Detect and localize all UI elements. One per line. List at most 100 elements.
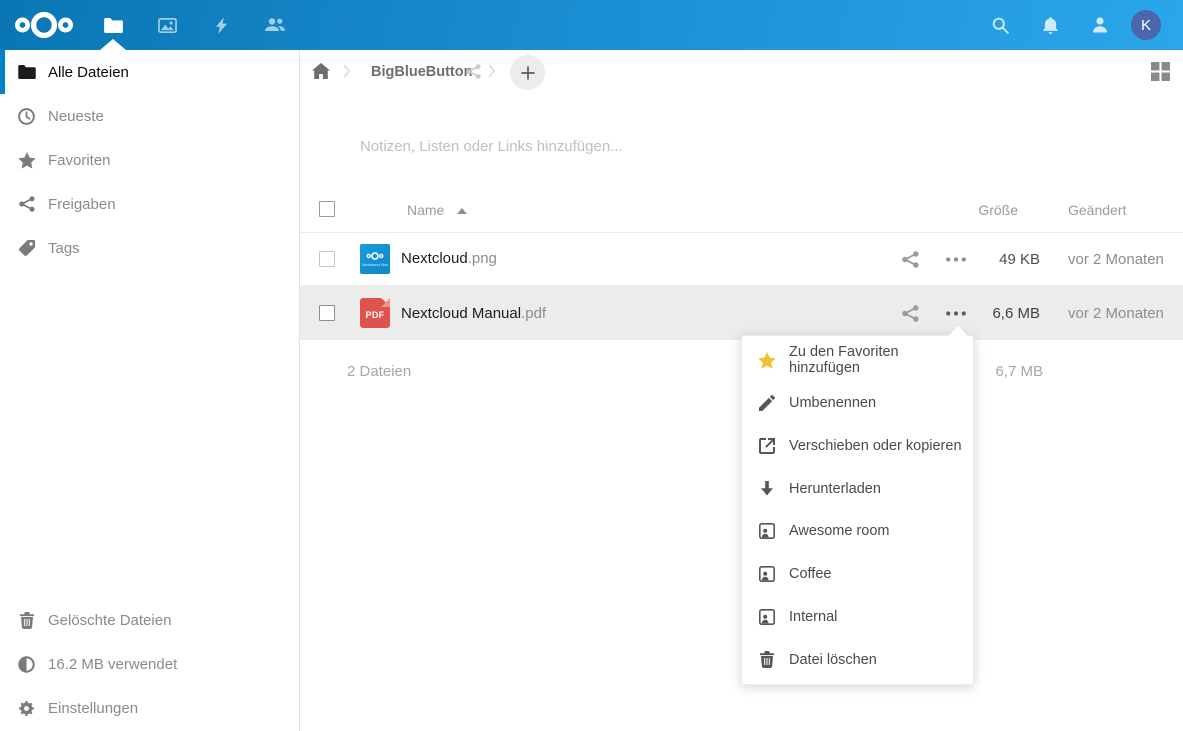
trash-icon (17, 611, 36, 630)
clock-icon (17, 107, 36, 126)
sidebar-item-all-files[interactable]: Alle Dateien (0, 50, 299, 94)
menu-item-label: Zu den Favoriten hinzufügen (789, 344, 973, 376)
contacts-people-icon (265, 18, 285, 32)
trash-icon (758, 651, 776, 669)
select-all-checkbox[interactable] (319, 201, 335, 217)
room-icon (758, 522, 776, 540)
file-name[interactable]: Nextcloud.png (401, 250, 497, 267)
sidebar-item-label: Favoriten (48, 152, 111, 169)
share-file-button[interactable] (902, 305, 919, 322)
active-item-bar (0, 50, 5, 94)
avatar-letter: K (1141, 17, 1151, 34)
download-icon (758, 480, 776, 498)
grid-view-toggle-button[interactable] (1151, 62, 1170, 81)
star-icon (758, 351, 776, 369)
share-file-button[interactable] (902, 251, 919, 268)
menu-item-label: Awesome room (789, 523, 889, 539)
sidebar-item-favorites[interactable]: Favoriten (0, 138, 299, 182)
plus-icon (520, 65, 536, 81)
column-header-name[interactable]: Name (407, 202, 444, 218)
photos-icon (158, 18, 177, 33)
user-avatar[interactable]: K (1131, 10, 1161, 40)
sidebar-item-settings[interactable]: Einstellungen (0, 686, 299, 730)
sidebar-footer: Gelöschte Dateien 16.2 MB verwendet Eins… (0, 598, 299, 730)
gear-icon (17, 699, 36, 718)
share-icon (17, 195, 36, 214)
pdf-badge-text: PDF (360, 298, 390, 328)
menu-item-awesome-room[interactable]: Awesome room (742, 510, 973, 553)
menu-item-label: Verschieben oder kopieren (789, 438, 962, 454)
menu-item-delete-file[interactable]: Datei löschen (742, 638, 973, 681)
file-name[interactable]: Nextcloud Manual.pdf (401, 305, 546, 322)
star-icon (17, 151, 36, 170)
move-or-copy-icon (758, 437, 776, 455)
app-activity-button[interactable] (194, 0, 248, 50)
new-file-button[interactable] (510, 55, 545, 90)
menu-item-internal[interactable]: Internal (742, 596, 973, 639)
room-icon (758, 565, 776, 583)
header-right-controls: K (975, 0, 1183, 50)
sidebar-item-shares[interactable]: Freigaben (0, 182, 299, 226)
sidebar-item-recent[interactable]: Neueste (0, 94, 299, 138)
activity-bolt-icon (215, 17, 228, 34)
file-list-header: Name Größe Geändert (300, 188, 1183, 233)
menu-item-move-or-copy[interactable]: Verschieben oder kopieren (742, 425, 973, 468)
menu-item-download[interactable]: Herunterladen (742, 467, 973, 510)
row-checkbox[interactable] (319, 251, 335, 267)
sidebar-item-quota: 16.2 MB verwendet (0, 642, 299, 686)
app-photos-button[interactable] (140, 0, 194, 50)
column-header-size[interactable]: Größe (930, 202, 1018, 218)
files-folder-icon (104, 18, 123, 33)
sidebar-item-deleted-files[interactable]: Gelöschte Dateien (0, 598, 299, 642)
contacts-menu-button[interactable] (1075, 0, 1125, 50)
menu-item-label: Internal (789, 609, 837, 625)
context-menu-arrow (948, 326, 968, 336)
sidebar-item-label: Einstellungen (48, 700, 138, 717)
sidebar-item-label: Alle Dateien (48, 64, 129, 81)
breadcrumb-chevron-icon (488, 64, 496, 78)
menu-item-label: Datei löschen (789, 652, 877, 668)
sidebar-item-label: Tags (48, 240, 80, 257)
file-extension: .pdf (521, 305, 546, 322)
breadcrumb-chevron-icon (343, 64, 351, 78)
folder-notes-input[interactable]: Notizen, Listen oder Links hinzufügen... (360, 138, 623, 155)
file-extension: .png (468, 250, 497, 267)
app-contacts-button[interactable] (248, 0, 302, 50)
tag-icon (17, 239, 36, 258)
home-icon (312, 63, 330, 79)
quota-label: 16.2 MB verwendet (48, 656, 177, 673)
app-navigation (86, 0, 302, 50)
file-modified: vor 2 Monaten (1068, 305, 1164, 322)
file-size: 49 KB (950, 251, 1040, 268)
active-app-indicator (100, 39, 126, 50)
breadcrumb-share-icon[interactable] (466, 64, 481, 79)
app-files-button[interactable] (86, 0, 140, 50)
header-bar: K (0, 0, 1183, 50)
breadcrumb-current-folder[interactable]: BigBlueButton (371, 64, 472, 80)
quota-pie-icon (17, 655, 36, 674)
sidebar-item-tags[interactable]: Tags (0, 226, 299, 270)
file-size: 6,6 MB (950, 305, 1040, 322)
search-button[interactable] (975, 0, 1025, 50)
file-modified: vor 2 Monaten (1068, 251, 1164, 268)
row-checkbox[interactable] (319, 305, 335, 321)
menu-item-label: Herunterladen (789, 481, 881, 497)
pencil-icon (758, 394, 776, 412)
sidebar-item-label: Neueste (48, 108, 104, 125)
sort-ascending-icon (457, 208, 467, 214)
menu-item-add-to-favorites[interactable]: Zu den Favoriten hinzufügen (742, 339, 973, 382)
sidebar-item-label: Freigaben (48, 196, 116, 213)
file-row-nextcloud-png[interactable]: Nextcloud Hub Nextcloud.png 49 KB vor 2 … (300, 233, 1183, 285)
file-row-nextcloud-manual-pdf[interactable]: PDF Nextcloud Manual.pdf 6,6 MB vor 2 Mo… (300, 285, 1183, 340)
column-header-modified[interactable]: Geändert (1068, 202, 1126, 218)
files-sidebar: Alle Dateien Neueste Favoriten Freigaben… (0, 50, 300, 731)
notifications-button[interactable] (1025, 0, 1075, 50)
bell-icon (1043, 17, 1058, 34)
menu-item-coffee[interactable]: Coffee (742, 553, 973, 596)
search-icon (992, 17, 1009, 34)
menu-item-rename[interactable]: Umbenennen (742, 382, 973, 425)
breadcrumb-home-button[interactable] (312, 63, 330, 79)
nextcloud-logo[interactable] (14, 8, 74, 42)
folder-icon (17, 63, 36, 82)
pdf-file-icon: PDF (360, 298, 390, 328)
